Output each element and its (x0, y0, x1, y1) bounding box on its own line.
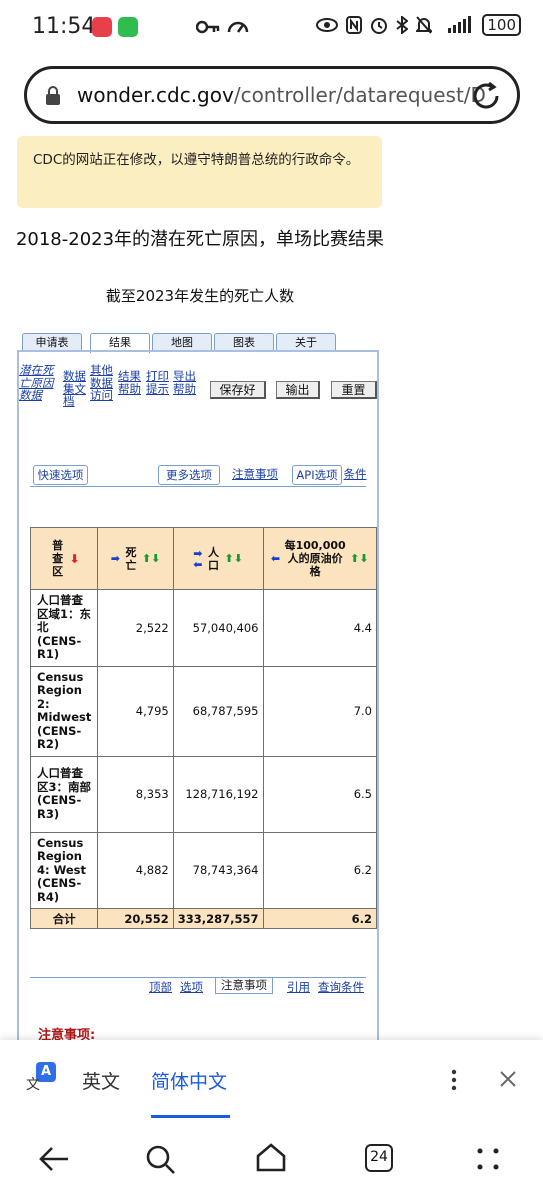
table-row: Census Region 4: West (CENS-R4) 4,882 78… (29, 831, 377, 909)
export-button[interactable]: 输出 (276, 381, 320, 399)
rate-cell: 4.4 (262, 589, 377, 667)
sort-toggle-icon[interactable]: ⬆⬇ (350, 552, 368, 565)
lock-icon (46, 86, 60, 105)
link-export-help[interactable]: 导出帮助 (173, 370, 199, 395)
translate-bar: A 文 英文 简体中文 (0, 1040, 543, 1120)
key-icon (196, 20, 220, 34)
subtab-conditions[interactable]: 条件 (343, 465, 367, 485)
total-row: 合计 20,552 333,287,557 6.2 (29, 908, 377, 929)
bottom-divider (30, 977, 366, 978)
link-query-criteria[interactable]: 查询条件 (318, 979, 364, 995)
address-bar[interactable]: wonder.cdc.gov/controller/datarequest/D1 (24, 66, 520, 124)
population-cell: 68,787,595 (172, 665, 264, 757)
total-rate: 6.2 (262, 908, 377, 929)
sort-toggle-icon[interactable]: ⬆⬇ (142, 552, 160, 565)
save-button[interactable]: 保存好 (210, 381, 266, 399)
reload-icon[interactable] (471, 81, 501, 111)
more-vertical-icon[interactable] (450, 1068, 458, 1092)
region-cell: Census Region 2: Midwest (CENS-R2) (29, 665, 99, 757)
region-cell: Census Region 4: West (CENS-R4) (29, 831, 99, 909)
browser-nav-bar: 24 (0, 1120, 543, 1200)
notice-banner: CDC的网站正在修改，以遵守特朗普总统的行政命令。 (17, 136, 382, 208)
translate-icon[interactable]: A 文 (26, 1062, 56, 1094)
tab-chart[interactable]: 图表 (214, 333, 274, 351)
eye-icon (316, 18, 339, 32)
tab-map[interactable]: 地图 (152, 333, 212, 351)
rate-cell: 7.0 (262, 665, 377, 757)
region-cell: 人口普查区3：南部(CENS-R3) (29, 755, 99, 833)
swap-icon[interactable]: ➡ ⬅ (193, 548, 202, 570)
clock: 11:54 (32, 14, 96, 39)
bluetooth-icon (396, 16, 409, 34)
link-top[interactable]: 顶部 (149, 979, 172, 995)
battery-indicator: 100 (482, 14, 521, 36)
total-label: 合计 (29, 908, 99, 929)
tabs-count-button[interactable]: 24 (365, 1144, 393, 1172)
link-cite[interactable]: 引用 (287, 979, 310, 995)
link-potential-causes-data[interactable]: 潜在死亡原因数据 (19, 364, 59, 402)
results-table: 普查区 ⬇ ➡ 死亡 ⬆⬇ ➡ ⬅ 人口 ⬆⬇ ⬅ 每100,000人的原油价格 … (29, 527, 377, 929)
huawei-app-icon (92, 17, 112, 37)
region-cell: 人口普查区域1：东北(CENS-R1) (29, 589, 99, 667)
move-left-icon[interactable]: ⬅ (271, 552, 280, 565)
wechat-icon (118, 17, 138, 37)
deaths-cell: 2,522 (97, 589, 174, 667)
lang-target[interactable]: 简体中文 (151, 1067, 227, 1094)
move-right-icon[interactable]: ➡ (111, 552, 120, 565)
table-header-row: 普查区 ⬇ ➡ 死亡 ⬆⬇ ➡ ⬅ 人口 ⬆⬇ ⬅ 每100,000人的原油价格 … (29, 527, 377, 590)
table-row: Census Region 2: Midwest (CENS-R2) 4,795… (29, 665, 377, 757)
home-icon[interactable] (255, 1142, 287, 1172)
lang-target-underline (151, 1115, 230, 1118)
link-notes-active[interactable]: 注意事项 (215, 977, 273, 994)
rate-cell: 6.2 (262, 831, 377, 909)
total-population: 333,287,557 (172, 908, 264, 929)
sort-toggle-icon[interactable]: ⬆⬇ (225, 552, 243, 565)
close-icon[interactable] (500, 1071, 516, 1087)
lang-source[interactable]: 英文 (82, 1067, 120, 1094)
deaths-cell: 8,353 (97, 755, 174, 833)
header-population[interactable]: ➡ ⬅ 人口 ⬆⬇ (172, 527, 264, 590)
link-results-help[interactable]: 结果帮助 (118, 370, 144, 395)
total-deaths: 20,552 (97, 908, 174, 929)
page-title: 2018-2023年的潜在死亡原因，单场比赛结果 (15, 229, 385, 250)
status-bar: 11:54 100 (0, 0, 543, 58)
header-region[interactable]: 普查区 ⬇ (29, 527, 99, 590)
menu-dots-icon[interactable] (476, 1147, 500, 1171)
header-rate[interactable]: ⬅ 每100,000人的原油价格 ⬆⬇ (262, 527, 377, 590)
link-dataset-docs[interactable]: 数据集文档 (63, 370, 87, 408)
population-cell: 128,716,192 (172, 755, 264, 833)
reset-button[interactable]: 重置 (331, 381, 377, 399)
table-row: 人口普查区3：南部(CENS-R3) 8,353 128,716,192 6.5 (29, 755, 377, 833)
tab-request-form[interactable]: 申请表 (22, 333, 82, 351)
rate-cell: 6.5 (262, 755, 377, 833)
population-cell: 57,040,406 (172, 589, 264, 667)
page-subtitle: 截至2023年发生的死亡人数 (105, 287, 295, 305)
url-text[interactable]: wonder.cdc.gov/controller/datarequest/D1 (77, 83, 487, 107)
subtab-divider (30, 486, 366, 487)
header-deaths[interactable]: ➡ 死亡 ⬆⬇ (97, 527, 174, 590)
mute-bell-icon (416, 16, 433, 34)
table-row: 人口普查区域1：东北(CENS-R1) 2,522 57,040,406 4.4 (29, 589, 377, 667)
deaths-cell: 4,882 (97, 831, 174, 909)
subtab-api-options[interactable]: API选项 (292, 465, 342, 485)
link-other-data-access[interactable]: 其他数据访问 (90, 364, 116, 402)
tab-about[interactable]: 关于 (276, 333, 336, 351)
subtab-more-options[interactable]: 更多选项 (158, 465, 220, 485)
deaths-cell: 4,795 (97, 665, 174, 757)
search-icon[interactable] (145, 1144, 177, 1176)
nfc-icon (346, 16, 363, 34)
signal-icon (448, 16, 472, 33)
subtab-quick-options[interactable]: 快速选项 (33, 465, 88, 485)
alarm-icon (371, 18, 388, 34)
back-arrow-icon[interactable] (38, 1146, 70, 1172)
link-options[interactable]: 选项 (180, 979, 203, 995)
speedometer-icon (227, 21, 249, 33)
sort-down-icon[interactable]: ⬇ (70, 552, 80, 566)
population-cell: 78,743,364 (172, 831, 264, 909)
link-print-tips[interactable]: 打印提示 (146, 370, 172, 395)
subtab-notes[interactable]: 注意事项 (226, 465, 284, 485)
